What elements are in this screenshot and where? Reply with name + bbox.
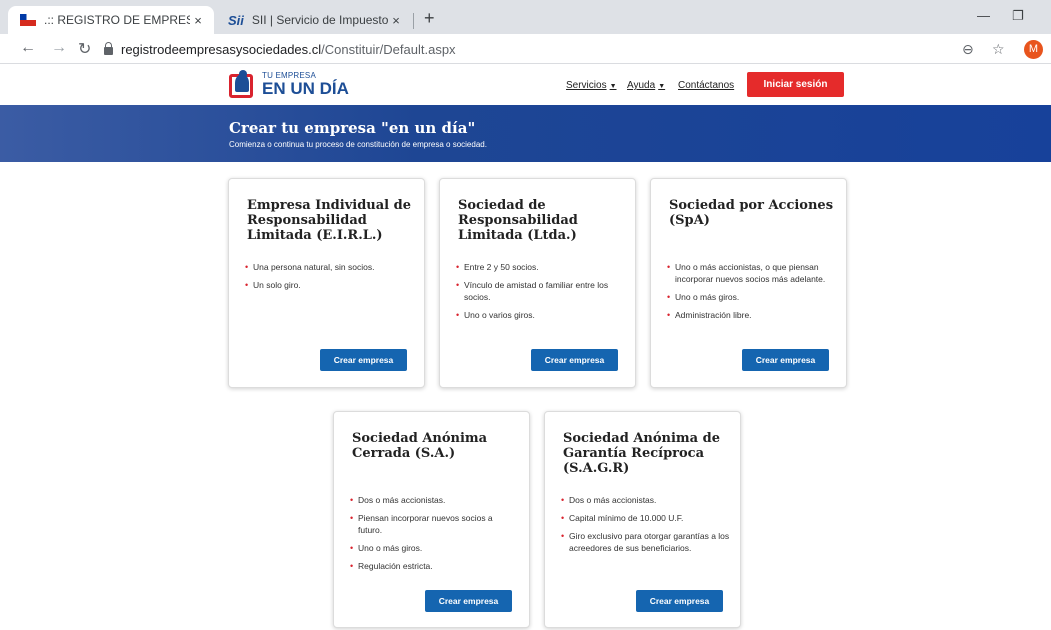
nav-servicios-label: Servicios: [566, 80, 607, 91]
reload-icon[interactable]: ↻: [78, 39, 91, 59]
card-features: Dos o más accionistas. Capital mínimo de…: [561, 494, 730, 560]
list-item: Dos o más accionistas.: [561, 494, 730, 506]
crear-empresa-sagr-button[interactable]: Crear empresa: [636, 590, 723, 612]
minimize-button[interactable]: —: [977, 8, 990, 23]
tab-title: .:: REGISTRO DE EMPRESAS Y SOCI: [44, 13, 190, 27]
card-features: Dos o más accionistas. Piensan incorpora…: [350, 494, 519, 578]
list-item: Regulación estricta.: [350, 560, 519, 572]
hero-banner: Crear tu empresa "en un día" Comienza o …: [0, 105, 1051, 162]
list-item: Una persona natural, sin socios.: [245, 261, 414, 273]
chile-flag-icon: [20, 14, 36, 26]
site-header: TU EMPRESA EN UN DÍA Servicios ▼ Ayuda ▼ C…: [0, 64, 1051, 105]
card-title: Empresa Individual de Responsabilidad Li…: [247, 198, 411, 243]
list-item: Piensan incorporar nuevos socios a futur…: [350, 512, 519, 536]
close-tab-icon[interactable]: ×: [388, 13, 404, 28]
list-item: Dos o más accionistas.: [350, 494, 519, 506]
card-sa: Sociedad Anónima Cerrada (S.A.) Dos o má…: [333, 411, 530, 628]
nav-ayuda-label: Ayuda: [627, 80, 656, 91]
nav-ayuda[interactable]: Ayuda ▼: [627, 80, 665, 91]
browser-tab-registro[interactable]: .:: REGISTRO DE EMPRESAS Y SOCI ×: [8, 6, 214, 34]
page-title: Crear tu empresa "en un día": [229, 119, 476, 137]
tu-empresa-logo-icon: [229, 70, 257, 98]
list-item: Capital mínimo de 10.000 U.F.: [561, 512, 730, 524]
list-item: Vínculo de amistad o familiar entre los …: [456, 279, 625, 303]
card-features: Una persona natural, sin socios. Un solo…: [245, 261, 414, 297]
site-logo[interactable]: TU EMPRESA EN UN DÍA: [229, 70, 349, 98]
url-path: /Constituir/Default.aspx: [321, 41, 456, 57]
list-item: Uno o más accionistas, o que piensan inc…: [667, 261, 836, 285]
crear-empresa-eirl-button[interactable]: Crear empresa: [320, 349, 407, 371]
chevron-down-icon: ▼: [658, 83, 666, 90]
crear-empresa-spa-button[interactable]: Crear empresa: [742, 349, 829, 371]
card-title: Sociedad Anónima Cerrada (S.A.): [352, 431, 488, 461]
list-item: Uno o más giros.: [667, 291, 836, 303]
list-item: Administración libre.: [667, 309, 836, 321]
card-features: Entre 2 y 50 socios. Vínculo de amistad …: [456, 261, 625, 327]
tab-title: SII | Servicio de Impuestos Intern: [251, 13, 388, 27]
card-ltda: Sociedad de Responsabilidad Limitada (Lt…: [439, 178, 636, 388]
nav-servicios[interactable]: Servicios ▼: [566, 80, 617, 91]
card-sagr: Sociedad Anónima de Garantía Recíproca (…: [544, 411, 741, 628]
login-button[interactable]: Iniciar sesión: [747, 72, 844, 97]
close-tab-icon[interactable]: ×: [190, 13, 206, 28]
card-features: Uno o más accionistas, o que piensan inc…: [667, 261, 836, 327]
crear-empresa-ltda-button[interactable]: Crear empresa: [531, 349, 618, 371]
browser-tab-sii[interactable]: Sii SII | Servicio de Impuestos Intern ×: [216, 6, 412, 34]
zoom-icon[interactable]: ⊖: [962, 41, 974, 58]
profile-avatar[interactable]: M: [1024, 40, 1043, 59]
browser-tab-bar: .:: REGISTRO DE EMPRESAS Y SOCI × Sii SI…: [0, 0, 1051, 34]
list-item: Un solo giro.: [245, 279, 414, 291]
back-arrow-icon[interactable]: ←: [20, 39, 36, 57]
card-title: Sociedad por Acciones (SpA): [669, 198, 834, 228]
address-bar[interactable]: registrodeempresasysociedades.cl/Constit…: [104, 38, 994, 60]
page-subtitle: Comienza o continua tu proceso de consti…: [229, 140, 487, 149]
tab-separator: [413, 13, 414, 29]
sii-logo-icon: Sii: [228, 12, 244, 28]
url-host: registrodeempresasysociedades.cl: [121, 41, 322, 57]
lock-icon: [104, 42, 113, 55]
bookmark-star-icon[interactable]: ☆: [992, 41, 1005, 58]
card-spa: Sociedad por Acciones (SpA) Uno o más ac…: [650, 178, 847, 388]
card-eirl: Empresa Individual de Responsabilidad Li…: [228, 178, 425, 388]
restore-button[interactable]: ❐: [1012, 8, 1024, 24]
list-item: Entre 2 y 50 socios.: [456, 261, 625, 273]
nav-contactanos[interactable]: Contáctanos: [678, 80, 734, 91]
browser-toolbar: ← → ↻ registrodeempresasysociedades.cl/C…: [0, 34, 1051, 64]
new-tab-button[interactable]: +: [424, 8, 435, 29]
logo-big-text: EN UN DÍA: [262, 78, 349, 98]
crear-empresa-sa-button[interactable]: Crear empresa: [425, 590, 512, 612]
list-item: Giro exclusivo para otorgar garantías a …: [561, 530, 730, 554]
forward-arrow-icon[interactable]: →: [51, 39, 67, 57]
chevron-down-icon: ▼: [609, 83, 617, 90]
list-item: Uno o varios giros.: [456, 309, 625, 321]
list-item: Uno o más giros.: [350, 542, 519, 554]
card-title: Sociedad de Responsabilidad Limitada (Lt…: [458, 198, 578, 243]
card-title: Sociedad Anónima de Garantía Recíproca (…: [563, 431, 720, 476]
